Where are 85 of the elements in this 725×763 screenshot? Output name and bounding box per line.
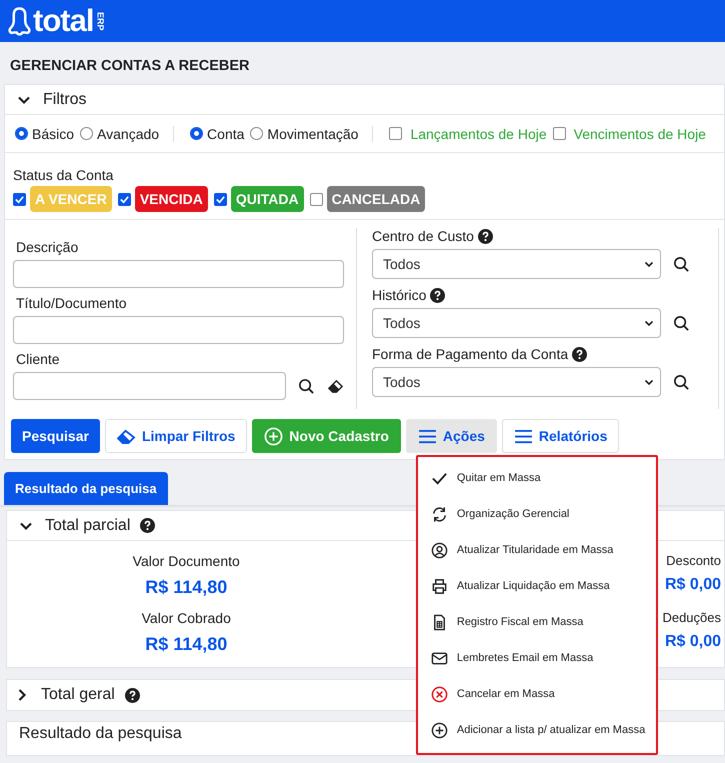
status-tag: A VENCER (30, 186, 112, 212)
plus-circle-icon (430, 722, 448, 738)
help-icon[interactable] (430, 288, 446, 302)
radio-label: Conta (207, 126, 244, 142)
tab[interactable]: Resultado da pesquisa (4, 472, 168, 505)
menu-button[interactable]: Relatórios (502, 419, 620, 453)
search-icon[interactable] (673, 374, 690, 390)
help-icon[interactable] (572, 346, 588, 362)
field-label: Histórico (372, 287, 426, 303)
checkbox[interactable] (389, 127, 402, 140)
stat-label: Desconto (666, 553, 721, 568)
input-field[interactable] (13, 372, 286, 400)
section-title: Total geral (41, 686, 115, 704)
status-tag: QUITADA (230, 186, 304, 212)
logo-suffix: ERP (95, 12, 106, 30)
stat-value: R$ 114,80 (144, 634, 228, 655)
search-icon[interactable] (298, 378, 316, 394)
plus-circle-icon (264, 426, 284, 446)
menu-icon (514, 428, 533, 444)
page-title: GERENCIAR CONTAS A RECEBER (9, 57, 251, 76)
printer-icon (430, 578, 448, 594)
sync-icon (430, 506, 448, 522)
envelope-icon (430, 650, 448, 666)
menu-item[interactable]: Atualizar Titularidade em Massa (418, 532, 656, 568)
dropdown[interactable]: Todos (372, 308, 661, 338)
caret-icon (644, 377, 654, 387)
field-label: Descrição (16, 239, 80, 255)
input-field[interactable] (13, 260, 344, 288)
radio-button[interactable] (190, 127, 204, 140)
menu-item[interactable]: Atualizar Liquidação em Massa (418, 568, 656, 604)
eraser-icon[interactable] (327, 378, 344, 394)
dropdown[interactable]: Todos (372, 249, 661, 279)
menu-item[interactable]: Cancelar em Massa (418, 676, 656, 712)
help-icon[interactable] (124, 688, 140, 702)
field-label: Forma de Pagamento da Conta (372, 346, 568, 362)
stat-value: R$ 114,80 (144, 577, 228, 598)
section-title: Filtros (43, 90, 87, 108)
stat-label: Valor Documento (132, 553, 241, 569)
status-tag: CANCELADA (326, 186, 426, 212)
dropdown[interactable]: Todos (372, 367, 661, 397)
menu-item[interactable]: Quitar em Massa (418, 460, 656, 496)
caret-icon (644, 318, 654, 328)
field-label: Título/Documento (16, 295, 128, 311)
menu-item[interactable]: Registro Fiscal em Massa (418, 604, 656, 640)
input-field[interactable] (13, 316, 344, 344)
menu-button[interactable]: Ações (406, 419, 497, 453)
stat-label: Valor Cobrado (140, 610, 232, 626)
menu-item[interactable]: Adicionar a lista p/ atualizar em Massa (418, 712, 656, 748)
help-icon[interactable] (140, 518, 156, 533)
section-title: Total parcial (45, 516, 130, 534)
logo-icon (8, 6, 31, 36)
checkbox[interactable] (214, 192, 227, 206)
field-label: Centro de Custo (372, 228, 474, 244)
checkbox[interactable] (13, 192, 26, 206)
search-button[interactable]: Pesquisar (11, 419, 100, 453)
status-tag: VENCIDA (134, 186, 208, 212)
radio-label: Avançado (97, 126, 160, 142)
radio-label: Movimentação (267, 126, 358, 142)
checkbox-label: Vencimentos de Hoje (574, 126, 706, 142)
menu-item[interactable]: Lembretes Email em Massa (418, 640, 656, 676)
radio-button[interactable] (250, 127, 264, 140)
radio-button[interactable] (80, 127, 94, 140)
field-label: Cliente (16, 351, 61, 367)
checkbox-label: Lançamentos de Hoje (410, 126, 547, 142)
checkbox[interactable] (118, 192, 131, 206)
help-icon[interactable] (478, 228, 493, 244)
menu-item[interactable]: Organização Gerencial (418, 496, 656, 532)
cancel-icon (430, 686, 448, 702)
field-label: Status da Conta (13, 167, 114, 183)
stat-value: R$ 0,00 (664, 576, 721, 594)
checkbox[interactable] (310, 192, 323, 206)
menu-icon (418, 428, 437, 444)
clear-filters-button[interactable]: Limpar Filtros (104, 419, 248, 453)
search-icon[interactable] (673, 314, 690, 332)
search-icon[interactable] (673, 256, 690, 272)
radio-button[interactable] (15, 127, 28, 140)
stat-value: R$ 0,00 (664, 633, 721, 651)
section-title: Resultado da pesquisa (19, 725, 182, 742)
logo-text: total (33, 3, 94, 39)
radio-label: Básico (32, 126, 74, 142)
stat-label: Deduções (662, 610, 721, 625)
checkbox[interactable] (552, 127, 566, 140)
caret-icon (644, 259, 654, 269)
user-circle-icon (430, 542, 448, 558)
eraser-icon (116, 428, 136, 444)
